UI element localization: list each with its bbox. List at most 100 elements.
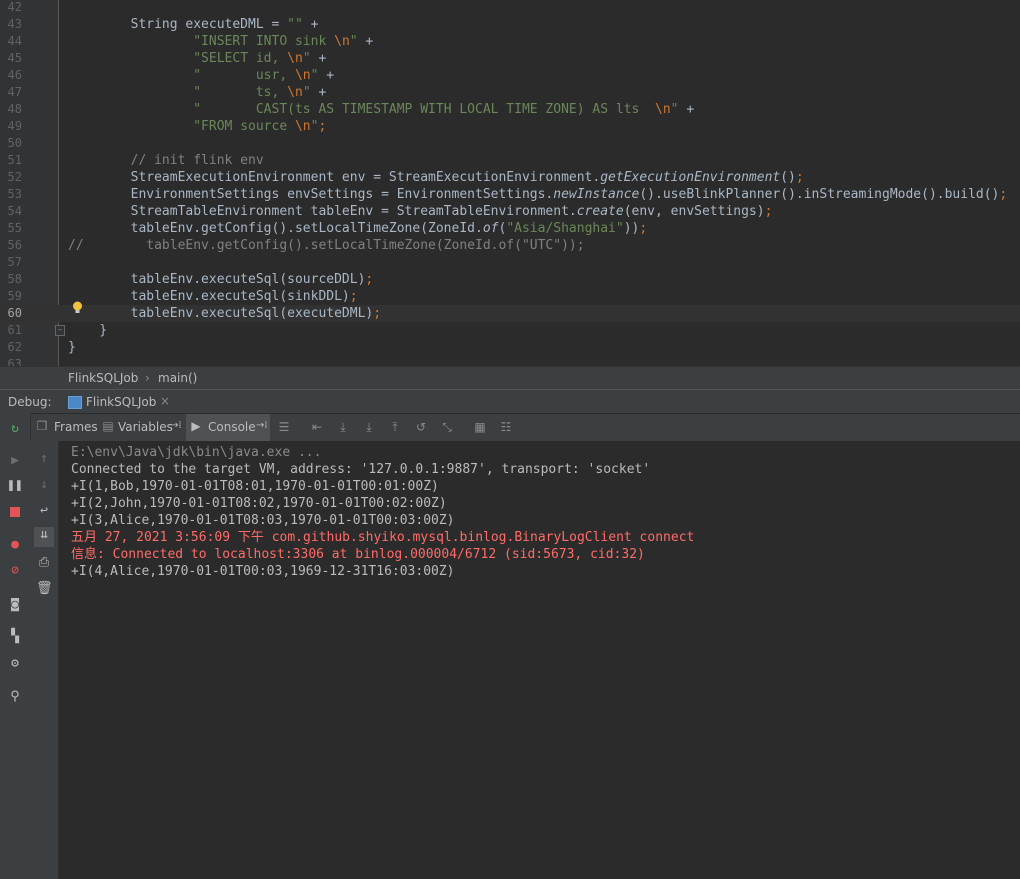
- pin-icon[interactable]: ⚲: [7, 689, 23, 705]
- trace-icon[interactable]: ☷: [499, 420, 513, 434]
- console-line: +I(3,Alice,1970-01-01T08:03,1970-01-01T0…: [71, 513, 455, 528]
- show-execution-point-icon[interactable]: ⇤: [310, 420, 324, 434]
- up-arrow-icon[interactable]: ↑: [36, 451, 52, 467]
- code-line[interactable]: 63: [0, 356, 1020, 366]
- code-token: ": [302, 51, 311, 66]
- stop-icon[interactable]: [7, 504, 23, 520]
- step-over-icon[interactable]: ⤓: [336, 420, 350, 434]
- code-line[interactable]: 50: [0, 135, 1020, 152]
- down-arrow-icon[interactable]: ↓: [36, 477, 52, 493]
- code-token: (): [780, 170, 796, 185]
- code-line[interactable]: 53 EnvironmentSettings envSettings = Env…: [0, 186, 1020, 203]
- resume-icon[interactable]: ▶: [7, 453, 23, 469]
- soft-wrap-icon[interactable]: ↩: [36, 503, 52, 519]
- line-number: 42: [7, 0, 22, 14]
- code-line[interactable]: 47 " ts, \n" +: [0, 84, 1020, 101]
- rerun-icon[interactable]: ↻: [7, 421, 23, 437]
- run-to-cursor-icon[interactable]: ⤡: [440, 420, 454, 434]
- pause-icon[interactable]: ❚❚: [7, 478, 23, 494]
- step-out-icon[interactable]: ⤒: [388, 420, 402, 434]
- line-number: 57: [7, 255, 22, 269]
- code-line[interactable]: 60 tableEnv.executeSql(executeDML);: [0, 305, 1020, 322]
- code-token: \n: [294, 68, 311, 83]
- menu-icon[interactable]: ☰: [277, 420, 291, 434]
- code-token: "": [287, 17, 303, 32]
- lightbulb-icon[interactable]: [72, 301, 83, 314]
- line-number: 52: [7, 170, 22, 184]
- tab-console[interactable]: ▶ Console →⁞: [186, 414, 270, 441]
- code-token: "Asia/Shanghai": [506, 221, 624, 236]
- code-token: ": [670, 102, 679, 117]
- code-token: +: [310, 85, 327, 100]
- layout-icon[interactable]: ▚: [7, 629, 23, 645]
- code-token: \n: [655, 102, 671, 117]
- debug-session-label: FlinkSQLJob: [86, 395, 157, 409]
- debug-session-tab[interactable]: FlinkSQLJob ×: [64, 390, 178, 414]
- code-line[interactable]: 51 // init flink env: [0, 152, 1020, 169]
- code-token: ;: [318, 119, 327, 134]
- clear-all-icon[interactable]: 🗑: [36, 581, 53, 597]
- code-line[interactable]: 56 // tableEnv.getConfig().setLocalTimeZo…: [0, 237, 1020, 254]
- code-token: newInstance: [553, 187, 640, 202]
- code-editor[interactable]: 42 43 String executeDML = "" +44 "INSERT …: [0, 0, 1020, 366]
- code-line[interactable]: 44 "INSERT INTO sink \n" +: [0, 33, 1020, 50]
- code-token: create: [576, 204, 624, 219]
- code-token: "SELECT id,: [193, 51, 288, 66]
- code-line[interactable]: 55 tableEnv.getConfig().setLocalTimeZone…: [0, 220, 1020, 237]
- scroll-to-end-icon[interactable]: ⇊: [34, 527, 54, 547]
- code-token: StreamExecutionEnvironment env = StreamE…: [68, 170, 601, 185]
- drop-frame-icon[interactable]: ↺: [414, 420, 428, 434]
- pin-tab-icon[interactable]: →⁞: [256, 420, 268, 431]
- mute-breakpoints-icon[interactable]: ⊘: [7, 563, 23, 579]
- code-text: }: [68, 322, 107, 339]
- code-line[interactable]: 49 "FROM source \n";: [0, 118, 1020, 135]
- print-icon[interactable]: ⎙: [36, 555, 52, 571]
- code-line[interactable]: 58 tableEnv.executeSql(sourceDDL);: [0, 271, 1020, 288]
- evaluate-expression-icon[interactable]: ▦: [473, 420, 487, 434]
- line-number: 43: [7, 17, 22, 31]
- code-text: tableEnv.executeSql(executeDML);: [68, 305, 381, 322]
- code-line[interactable]: 52 StreamExecutionEnvironment env = Stre…: [0, 169, 1020, 186]
- code-line[interactable]: 54 StreamTableEnvironment tableEnv = Str…: [0, 203, 1020, 220]
- line-number: 47: [7, 85, 22, 99]
- pin-tab-icon[interactable]: →⁞: [170, 420, 182, 431]
- close-icon[interactable]: ×: [160, 394, 170, 408]
- settings-icon[interactable]: ⚙: [7, 656, 23, 672]
- breadcrumb-method[interactable]: main(): [158, 371, 197, 385]
- line-number: 44: [7, 34, 22, 48]
- line-number: 54: [7, 204, 22, 218]
- code-line[interactable]: 61 }: [0, 322, 1020, 339]
- code-line[interactable]: 46 " usr, \n" +: [0, 67, 1020, 84]
- line-number: 60: [7, 306, 22, 320]
- debug-label: Debug:: [8, 395, 52, 409]
- console-output[interactable]: E:\env\Java\jdk\bin\java.exe ... Connecte…: [59, 441, 1020, 879]
- code-token: +: [357, 34, 374, 49]
- debug-left-toolbar: ↻ ▶ ❚❚ ● ⊘ ◙ ▚ ⚙ ⚲: [0, 413, 31, 879]
- code-token: tableEnv.executeSql(sourceDDL): [68, 272, 366, 287]
- tab-variables[interactable]: ▤ Variables →⁞: [98, 414, 184, 441]
- code-line[interactable]: 62}: [0, 339, 1020, 356]
- code-line[interactable]: 48 " CAST(ts AS TIMESTAMP WITH LOCAL TIM…: [0, 101, 1020, 118]
- code-text: // tableEnv.getConfig().setLocalTimeZone…: [68, 237, 585, 254]
- code-line[interactable]: 59 tableEnv.executeSql(sinkDDL);: [0, 288, 1020, 305]
- code-line[interactable]: 42: [0, 0, 1020, 16]
- tab-frames[interactable]: ❐ Frames: [32, 414, 98, 441]
- line-number: 50: [7, 136, 22, 150]
- breadcrumb-class[interactable]: FlinkSQLJob: [68, 371, 138, 385]
- code-text: "INSERT INTO sink \n" +: [68, 33, 373, 50]
- fold-marker-icon[interactable]: −: [55, 325, 65, 336]
- code-token: +: [318, 68, 335, 83]
- view-breakpoints-icon[interactable]: ●: [7, 537, 23, 553]
- camera-icon[interactable]: ◙: [7, 597, 23, 613]
- code-line[interactable]: 45 "SELECT id, \n" +: [0, 50, 1020, 67]
- step-into-icon[interactable]: ⤓: [362, 420, 376, 434]
- code-token: EnvironmentSettings envSettings = Enviro…: [68, 187, 554, 202]
- code-line[interactable]: 43 String executeDML = "" +: [0, 16, 1020, 33]
- code-line[interactable]: 57: [0, 254, 1020, 271]
- line-number: 62: [7, 340, 22, 354]
- code-token: // init flink env: [68, 153, 264, 168]
